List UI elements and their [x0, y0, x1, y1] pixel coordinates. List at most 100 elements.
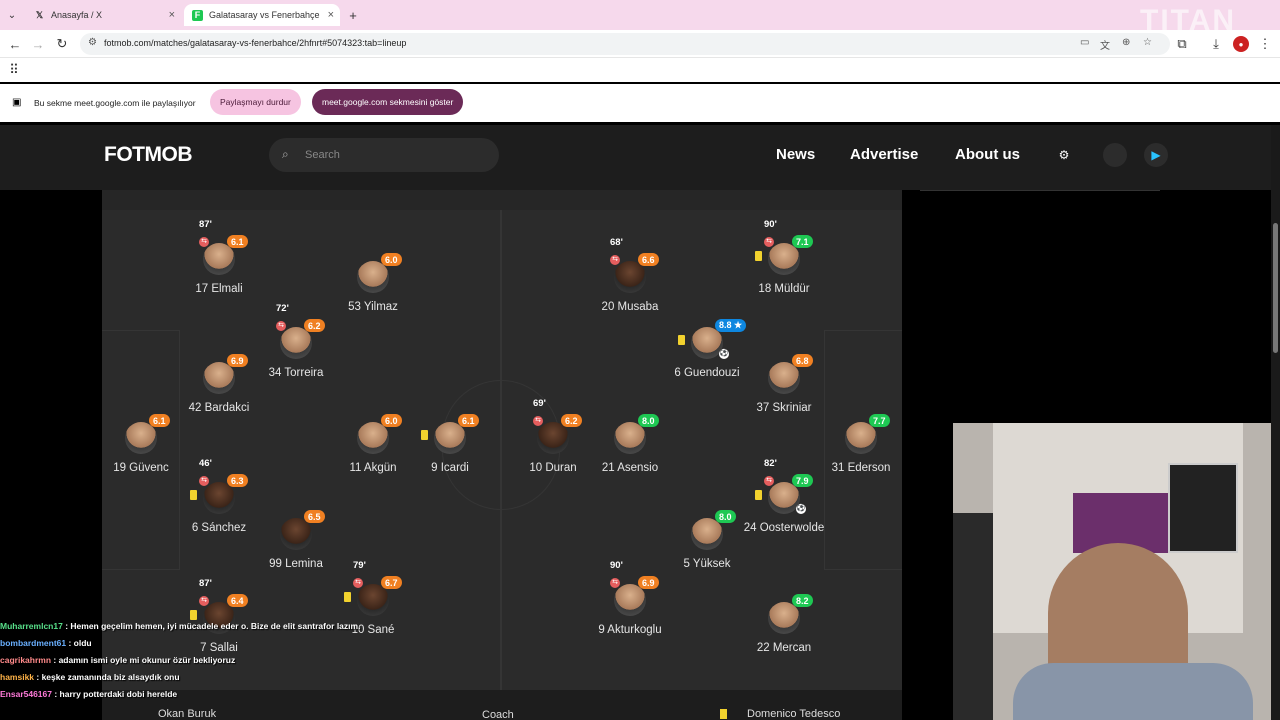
chat-message: cagrikahrmn : adamın ismi oyle mi okunur… [0, 652, 420, 669]
player-name: 17 Elmali [195, 283, 243, 295]
back-icon[interactable]: ← [7, 36, 23, 52]
player-avatar [203, 362, 235, 394]
player-name: 24 Oosterwolde [743, 522, 825, 534]
player-avatar [203, 243, 235, 275]
yellow-card-icon [421, 430, 428, 440]
site-info-icon[interactable]: ⚙ [88, 37, 97, 48]
rating-badge: 6.0 [381, 253, 402, 266]
stop-sharing-button[interactable]: Paylaşmayı durdur [210, 89, 301, 115]
chat-user: bombardment61 [0, 638, 67, 648]
tab-strip: ⌄ 𝕏 Anasayfa / X × F Galatasaray vs Fene… [0, 0, 1280, 30]
player-name: 37 Skriniar [756, 402, 812, 414]
substitution-icon: ⇆ [764, 476, 774, 486]
extensions-icon[interactable]: ⧉ [1174, 36, 1190, 52]
stream-chat-overlay: Muharremlcn17 : Hemen geçelim hemen, iyi… [0, 618, 420, 703]
player-name: 31 Ederson [831, 462, 891, 474]
substitution-icon: ⇆ [353, 578, 363, 588]
cast-icon[interactable]: ▭ [1080, 37, 1089, 48]
search-input[interactable]: ⌕ Search [269, 138, 499, 172]
yellow-card-icon [720, 709, 727, 719]
gear-icon[interactable]: ⚙ [1052, 143, 1076, 167]
rating-badge: 6.4 [227, 594, 248, 607]
close-icon[interactable]: × [328, 9, 334, 21]
tab-label: Anasayfa / X [51, 10, 103, 20]
search-icon: ⌕ [282, 147, 289, 161]
fotmob-logo[interactable]: FOTMOB [104, 143, 192, 167]
apps-grid-icon[interactable]: ⠿ [6, 62, 22, 78]
rating-badge: 6.1 [458, 414, 479, 427]
player-avatar [768, 362, 800, 394]
player-avatar [203, 482, 235, 514]
player-name: 19 Güvenc [113, 462, 169, 474]
player-name: 6 Guendouzi [674, 367, 740, 379]
chat-text: : keşke zamanında biz alsaydık onu [34, 672, 180, 682]
nav-news[interactable]: News [776, 146, 815, 163]
tab-search-icon[interactable]: ⌄ [4, 7, 20, 23]
sub-time: 46' [199, 458, 212, 469]
player-avatar [614, 261, 646, 293]
url-field[interactable]: ⚙ fotmob.com/matches/galatasaray-vs-fene… [80, 33, 1170, 55]
rating-badge: 8.0 [638, 414, 659, 427]
rating-badge: 6.9 [227, 354, 248, 367]
substitution-icon: ⇆ [199, 237, 209, 247]
substitution-icon: ⇆ [764, 237, 774, 247]
rating-badge: 8.2 [792, 594, 813, 607]
yellow-card-icon [755, 251, 762, 261]
rating-badge: 8.0 [715, 510, 736, 523]
player-name: 53 Yilmaz [348, 301, 398, 313]
rating-badge: 7.9 [792, 474, 813, 487]
substitution-icon: ⇆ [199, 476, 209, 486]
webcam-tactics-board [1168, 463, 1238, 553]
bookmark-star-icon[interactable]: ☆ [1143, 37, 1152, 48]
player-name: 18 Müldür [758, 283, 810, 295]
tab-fotmob[interactable]: F Galatasaray vs Fenerbahçe × [184, 4, 340, 26]
download-icon[interactable]: ⤓ [1208, 36, 1224, 52]
tab-label: Galatasaray vs Fenerbahçe [209, 10, 320, 20]
player-avatar [125, 422, 157, 454]
apple-icon[interactable] [1103, 143, 1127, 167]
rating-badge: 6.2 [304, 319, 325, 332]
chat-user: Ensar546167 [0, 689, 52, 699]
chat-text: : oldu [66, 638, 92, 648]
new-tab-icon[interactable]: + [345, 7, 361, 23]
rating-badge: 6.5 [304, 510, 325, 523]
tab-x[interactable]: 𝕏 Anasayfa / X × [26, 4, 181, 26]
chat-message: Muharremlcn17 : Hemen geçelim hemen, iyi… [0, 618, 420, 635]
forward-icon[interactable]: → [30, 36, 46, 52]
scrollbar-thumb[interactable] [1273, 223, 1278, 353]
rating-badge: 6.8 [792, 354, 813, 367]
sub-time: 87' [199, 219, 212, 230]
show-meet-tab-button[interactable]: meet.google.com sekmesini göster [312, 89, 464, 115]
player-name: 6 Sánchez [191, 522, 247, 534]
search-placeholder: Search [305, 149, 340, 161]
player-avatar [691, 518, 723, 550]
rating-badge: 6.7 [381, 576, 402, 589]
play-store-icon[interactable]: ▶ [1144, 143, 1168, 167]
yellow-card-icon [678, 335, 685, 345]
webcam-overlay [953, 423, 1280, 720]
chat-text: : harry potterdaki dobi herelde [52, 689, 178, 699]
reload-icon[interactable]: ↻ [54, 36, 70, 52]
player-avatar [280, 327, 312, 359]
fotmob-logo-icon: F [192, 9, 203, 21]
chat-user: Muharremlcn17 [0, 621, 63, 631]
player-avatar [768, 243, 800, 275]
nav-about-us[interactable]: About us [955, 146, 1020, 163]
player-name: 5 Yüksek [683, 558, 731, 570]
close-icon[interactable]: × [169, 9, 175, 21]
player-avatar [434, 422, 466, 454]
webcam-chair [953, 513, 993, 720]
url-text: fotmob.com/matches/galatasaray-vs-fenerb… [104, 38, 407, 48]
profile-avatar[interactable]: ● [1233, 36, 1249, 52]
sub-time: 72' [276, 303, 289, 314]
page-scrollbar[interactable] [1271, 125, 1280, 720]
screen-share-icon: ▣ [12, 97, 22, 108]
rating-badge: 6.9 [638, 576, 659, 589]
rating-badge: 6.6 [638, 253, 659, 266]
player-name: 20 Musaba [601, 301, 659, 313]
nav-advertise[interactable]: Advertise [850, 146, 918, 163]
menu-icon[interactable]: ⋮ [1257, 36, 1273, 52]
translate-icon[interactable]: 文 [1100, 37, 1110, 52]
zoom-icon[interactable]: ⊕ [1122, 37, 1130, 48]
chat-user: cagrikahrmn [0, 655, 52, 665]
